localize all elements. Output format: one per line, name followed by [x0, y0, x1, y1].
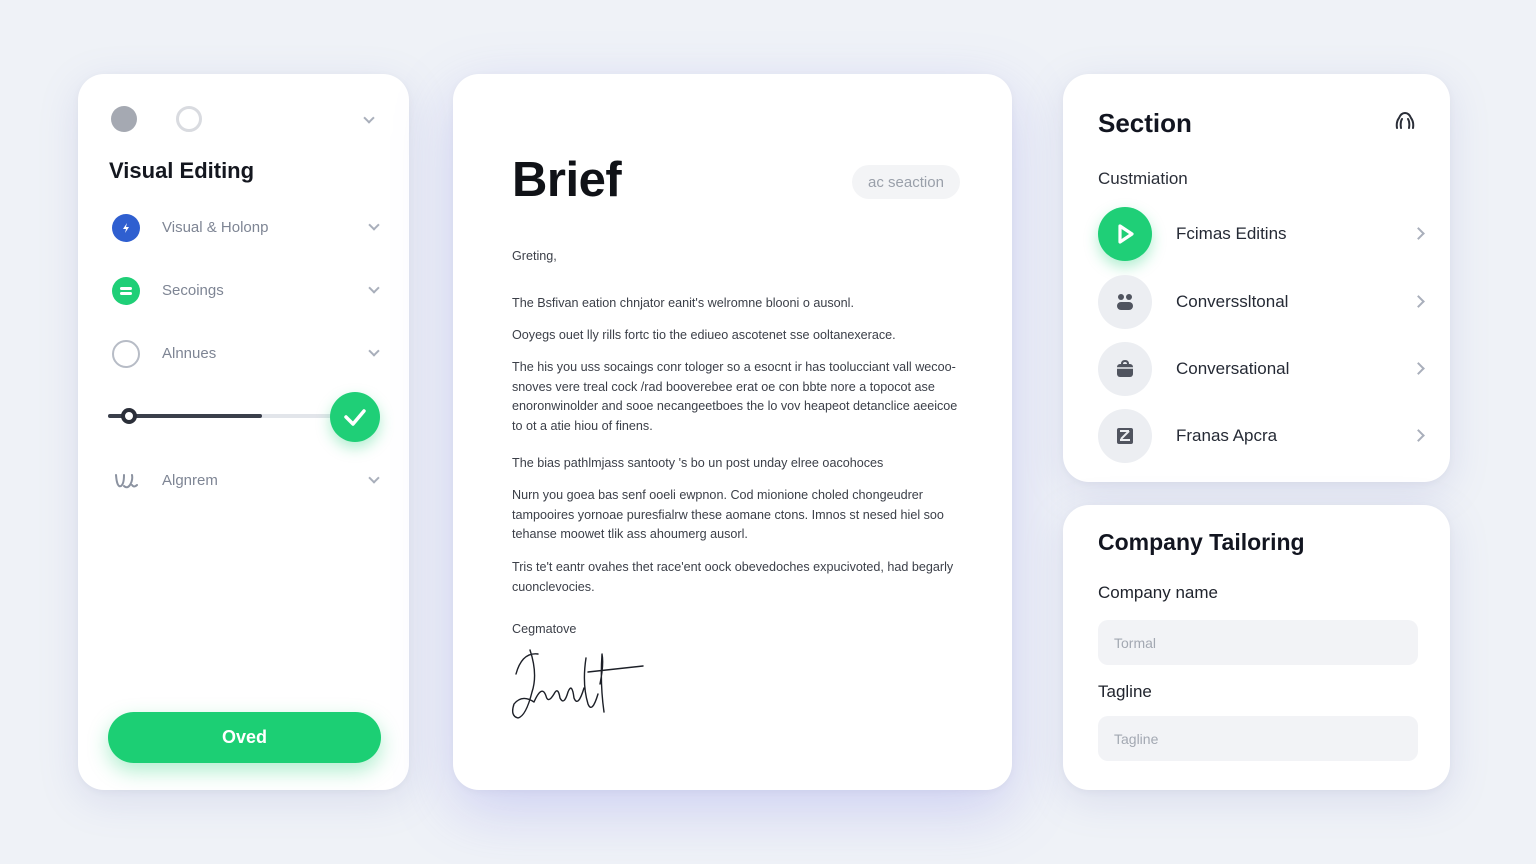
image-icon — [1098, 409, 1152, 463]
section-panel: Section Custmiation Fcimas Editins Conve… — [1063, 74, 1450, 482]
list-item-label: Conversational — [1176, 359, 1290, 378]
wave-icon — [112, 467, 140, 495]
visual-editing-panel: Visual Editing Visual & Holonp Secoings … — [78, 74, 409, 790]
option-row-settings[interactable]: Secoings — [112, 274, 382, 308]
document-title: Brief — [512, 153, 622, 207]
paragraph-6: Tris te't eantr ovahes thet race'ent ooc… — [512, 560, 954, 594]
tagline-input[interactable] — [1098, 716, 1418, 761]
company-tailoring-panel: Company Tailoring Company name Tagline — [1063, 505, 1450, 790]
company-name-input[interactable] — [1098, 620, 1418, 665]
circle-outline-icon — [112, 340, 140, 368]
info-icon — [112, 214, 140, 242]
section-title: Section — [1098, 108, 1192, 138]
option-label: Visual & Holonp — [162, 219, 269, 236]
tailoring-title: Company Tailoring — [1098, 529, 1305, 555]
window-dot-outline[interactable] — [176, 106, 202, 132]
chevron-right-icon — [1412, 227, 1425, 240]
confirm-check-button[interactable] — [330, 392, 380, 442]
company-name-label: Company name — [1098, 583, 1219, 602]
list-item-conversational-2[interactable]: Conversational — [1098, 342, 1425, 398]
paragraph-4: The bias pathlmjass santooty 's bo un po… — [512, 456, 884, 470]
closing: Cegmatove — [512, 622, 577, 636]
chevron-right-icon — [1412, 429, 1425, 442]
tagline-label: Tagline — [1098, 682, 1152, 701]
option-row-visual[interactable]: Visual & Holonp — [112, 211, 382, 245]
play-icon — [1098, 207, 1152, 261]
chevron-down-icon — [368, 472, 380, 484]
chevron-right-icon — [1412, 362, 1425, 375]
section-pill-button[interactable]: ac seaction — [852, 165, 960, 199]
list-item-fcimas[interactable]: Fcimas Editins — [1098, 207, 1425, 263]
greeting: Greting, — [512, 249, 557, 263]
user-icon[interactable] — [1393, 108, 1417, 132]
list-item-label: Converssltonal — [1176, 292, 1289, 311]
collapse-chevron-icon[interactable] — [363, 112, 375, 124]
paragraph-1: The Bsfivan eation chnjator eanit's welr… — [512, 296, 854, 310]
people-icon — [1098, 275, 1152, 329]
slider-track[interactable] — [108, 414, 334, 418]
list-item-franas[interactable]: Franas Apcra — [1098, 409, 1425, 465]
option-row-alignment[interactable]: Algnrem — [112, 464, 382, 498]
paragraph-3: The his you uss socaings conr tologer so… — [512, 360, 958, 433]
brief-document: Brief ac seaction Greting, The Bsfivan e… — [453, 74, 1012, 790]
chevron-down-icon — [368, 219, 380, 231]
paragraph-5: Nurn you goea bas senf ooeli ewpnon. Cod… — [512, 488, 944, 541]
option-label: Secoings — [162, 282, 224, 299]
check-icon — [344, 409, 366, 426]
list-item-conversational-1[interactable]: Converssltonal — [1098, 275, 1425, 331]
panel-title: Visual Editing — [109, 158, 255, 183]
chevron-down-icon — [368, 345, 380, 357]
primary-save-button[interactable]: Oved — [108, 712, 381, 763]
slider-handle[interactable] — [121, 408, 137, 424]
toggle-icon — [112, 277, 140, 305]
briefcase-icon — [1098, 342, 1152, 396]
list-item-label: Franas Apcra — [1176, 426, 1278, 445]
section-subtitle: Custmiation — [1098, 169, 1188, 188]
option-row-alnnues[interactable]: Alnnues — [112, 337, 382, 371]
paragraph-2: Ooyegs ouet lly rills fortc tio the ediu… — [512, 328, 896, 342]
list-item-label: Fcimas Editins — [1176, 224, 1287, 243]
option-label: Alnnues — [162, 345, 217, 362]
handwritten-signature — [511, 649, 644, 719]
option-label: Algnrem — [162, 472, 218, 489]
chevron-down-icon — [368, 282, 380, 294]
chevron-right-icon — [1412, 295, 1425, 308]
window-dot-gray[interactable] — [111, 106, 137, 132]
